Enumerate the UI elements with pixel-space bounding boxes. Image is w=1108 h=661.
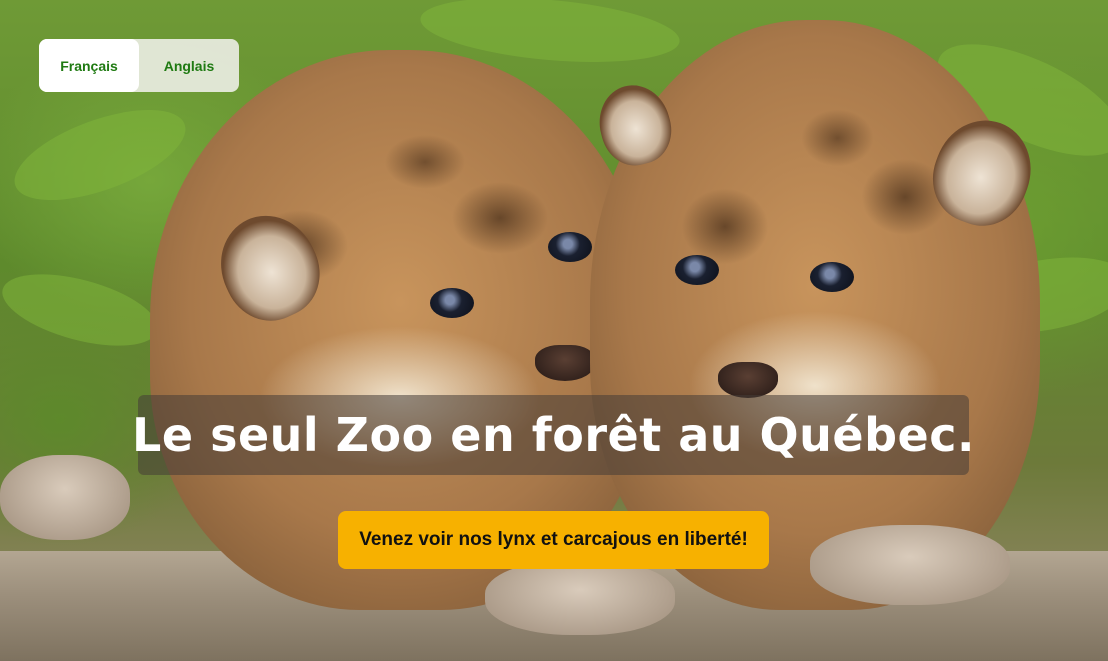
hero-section: Français Anglais Le seul Zoo en forêt au… [0, 0, 1108, 661]
cub-left-eye [430, 288, 474, 318]
cub-left-eye [548, 232, 592, 262]
cub-right-nose [718, 362, 778, 398]
language-switcher: Français Anglais [39, 39, 239, 92]
cub-right-eye [675, 255, 719, 285]
language-option-francais[interactable]: Français [39, 39, 139, 92]
cub-left-nose [535, 345, 595, 381]
headline-banner: Le seul Zoo en forêt au Québec. [132, 395, 974, 475]
cta-button[interactable]: Venez voir nos lynx et carcajous en libe… [338, 511, 769, 569]
cub-paw [810, 525, 1010, 605]
language-option-anglais[interactable]: Anglais [139, 39, 239, 92]
hero-headline: Le seul Zoo en forêt au Québec. [132, 408, 975, 462]
cub-paw [0, 455, 130, 540]
cub-paw [485, 560, 675, 635]
cub-right-eye [810, 262, 854, 292]
